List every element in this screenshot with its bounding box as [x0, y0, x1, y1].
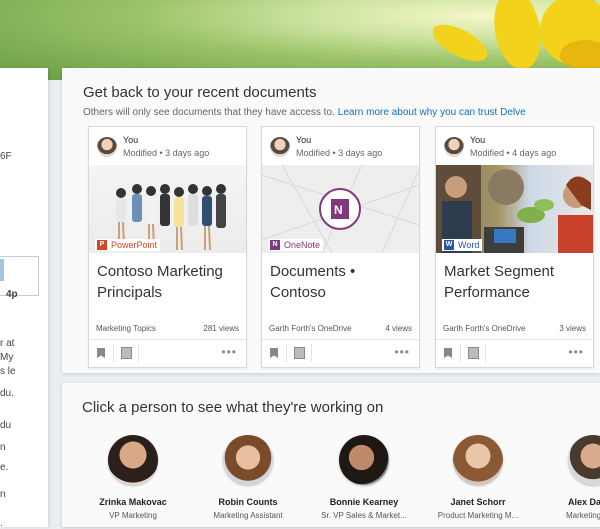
person-card[interactable]: Alex Da Marketing A	[540, 435, 600, 520]
document-title[interactable]: Contoso Marketing Principals	[97, 261, 242, 303]
app-tag: P PowerPoint	[95, 239, 161, 251]
left-fragment: 6F	[0, 151, 12, 162]
left-fragment: n	[0, 442, 6, 453]
document-title[interactable]: Market Segment Performance	[444, 261, 589, 303]
left-fragment: e.	[0, 462, 9, 473]
view-count: 281 views	[203, 324, 239, 333]
learn-more-link[interactable]: Learn more about why you can trust Delve	[338, 107, 526, 118]
person-name[interactable]: Zrinka Makovac	[87, 497, 179, 507]
left-fragment: du.	[0, 388, 14, 399]
document-location[interactable]: Garth Forth's OneDrive	[269, 324, 351, 333]
card-header: You Modified • 3 days ago	[97, 135, 242, 161]
card-modified: Modified • 3 days ago	[123, 148, 210, 158]
card-footer: •••	[436, 339, 593, 367]
access-note-text: Others will only see documents that they…	[83, 107, 335, 118]
recent-documents-section: Get back to your recent documents Others…	[62, 68, 600, 373]
card-footer: •••	[89, 339, 246, 367]
avatar[interactable]	[108, 435, 158, 485]
document-location[interactable]: Garth Forth's OneDrive	[443, 324, 525, 333]
left-fragment: n	[0, 489, 6, 500]
copy-icon[interactable]	[121, 347, 132, 359]
person-role: Sr. VP Sales & Market...	[321, 511, 407, 520]
left-fragment: r at	[0, 338, 15, 349]
bookmark-icon[interactable]	[444, 348, 452, 358]
document-title[interactable]: Documents • Contoso	[270, 261, 415, 303]
document-location[interactable]: Marketing Topics	[96, 324, 156, 333]
card-author[interactable]: You	[296, 135, 311, 145]
copy-icon[interactable]	[468, 347, 479, 359]
card-header: You Modified • 3 days ago	[270, 135, 415, 161]
people-section: Click a person to see what they're worki…	[62, 383, 600, 527]
person-role: VP Marketing	[109, 511, 157, 520]
avatar[interactable]	[453, 435, 503, 485]
person-card[interactable]: Janet Schorr Product Marketing M...	[432, 435, 524, 520]
view-count: 4 views	[385, 324, 412, 333]
left-fragment: 4p	[6, 289, 18, 300]
person-card[interactable]: Robin Counts Marketing Assistant	[202, 435, 294, 520]
card-header: You Modified • 4 days ago	[444, 135, 589, 161]
person-name[interactable]: Alex Da	[540, 497, 600, 507]
access-note: Others will only see documents that they…	[83, 107, 526, 118]
avatar[interactable]	[97, 137, 117, 157]
copy-icon[interactable]	[294, 347, 305, 359]
person-card[interactable]: Bonnie Kearney Sr. VP Sales & Market...	[318, 435, 410, 520]
avatar[interactable]	[339, 435, 389, 485]
document-card[interactable]: You Modified • 4 days ago W Word Market	[435, 126, 594, 368]
avatar[interactable]	[270, 137, 290, 157]
left-panel: 6F 4p r at My s le du. du n e. n .	[0, 68, 48, 529]
card-modified: Modified • 3 days ago	[296, 148, 383, 158]
left-fragment: s le	[0, 366, 16, 377]
bookmark-icon[interactable]	[270, 348, 278, 358]
more-icon[interactable]: •••	[221, 345, 237, 359]
person-role: Marketing A	[566, 511, 600, 520]
app-tag: N OneNote	[268, 239, 324, 251]
left-fragment: .	[0, 518, 3, 529]
person-name[interactable]: Janet Schorr	[432, 497, 524, 507]
avatar[interactable]	[223, 435, 273, 485]
app-name: PowerPoint	[111, 240, 158, 250]
view-count: 3 views	[559, 324, 586, 333]
person-role: Product Marketing M...	[437, 511, 519, 520]
person-role: Marketing Assistant	[213, 511, 283, 520]
word-icon: W	[444, 240, 454, 250]
document-card[interactable]: You Modified • 3 days ago N N OneNote Do…	[261, 126, 420, 368]
person-card[interactable]: Zrinka Makovac VP Marketing	[87, 435, 179, 520]
bookmark-icon[interactable]	[97, 348, 105, 358]
card-author[interactable]: You	[470, 135, 485, 145]
people-section-title: Click a person to see what they're worki…	[82, 399, 384, 416]
app-name: OneNote	[284, 240, 321, 250]
card-modified: Modified • 4 days ago	[470, 148, 557, 158]
document-card[interactable]: You Modified • 3 days ago P PowerPoint C…	[88, 126, 247, 368]
more-icon[interactable]: •••	[568, 345, 584, 359]
left-fragment: du	[0, 420, 12, 431]
app-tag: W Word	[442, 239, 483, 251]
card-author[interactable]: You	[123, 135, 138, 145]
avatar[interactable]	[568, 435, 600, 485]
powerpoint-icon: P	[97, 240, 107, 250]
left-fragment: My	[0, 352, 14, 363]
svg-text:N: N	[334, 203, 343, 217]
app-name: Word	[458, 240, 480, 250]
onenote-icon: N	[270, 240, 280, 250]
recent-documents-title: Get back to your recent documents	[83, 84, 317, 101]
person-name[interactable]: Robin Counts	[202, 497, 294, 507]
card-footer: •••	[262, 339, 419, 367]
avatar[interactable]	[444, 137, 464, 157]
more-icon[interactable]: •••	[394, 345, 410, 359]
person-name[interactable]: Bonnie Kearney	[318, 497, 410, 507]
